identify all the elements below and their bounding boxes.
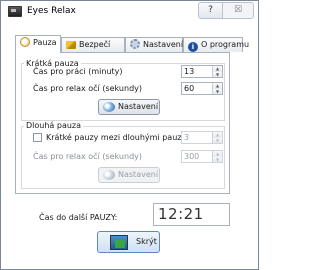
long-relax-stepper[interactable]: 300 ▲ ▼ (181, 150, 223, 163)
gear-icon (130, 39, 140, 49)
work-time-label: Čas pro práci (minuty) (33, 67, 123, 76)
countdown-display: 12:21 (153, 203, 230, 226)
between-pauses-arrows[interactable]: ▲ ▼ (212, 132, 222, 143)
short-relax-stepper[interactable]: 60 ▲ ▼ (181, 82, 223, 95)
window-title: Eyes Relax (27, 6, 76, 16)
short-relax-arrows[interactable]: ▲ ▼ (212, 83, 222, 94)
short-relax-value: 60 (184, 84, 195, 93)
arrow-down-icon[interactable]: ▼ (213, 137, 222, 143)
work-time-value: 13 (184, 67, 195, 76)
arrow-down-icon[interactable]: ▼ (213, 88, 222, 94)
arrow-down-icon[interactable]: ▼ (213, 156, 222, 162)
work-time-stepper[interactable]: 13 ▲ ▼ (181, 65, 223, 78)
short-pause-settings-button[interactable]: Nastavení (98, 99, 160, 115)
between-pauses-value: 3 (184, 133, 190, 142)
work-time-arrows[interactable]: ▲ ▼ (212, 66, 222, 77)
arrow-down-icon[interactable]: ▼ (213, 71, 222, 77)
hide-button-label: Skrýt (136, 237, 157, 246)
short-pauses-checkbox-label: Krátké pauzy mezi dlouhými pauzami (46, 133, 197, 142)
tab-o-programu-label: O programu (201, 40, 250, 49)
tab-o-programu[interactable]: iO programu (183, 37, 249, 52)
tab-bezpeci-label: Bezpečí (79, 40, 111, 49)
title-bar[interactable]: Eyes Relax ? ☒ (1, 1, 258, 23)
clock-icon (20, 37, 30, 47)
long-pause-settings-button[interactable]: Nastavení (98, 167, 160, 183)
tab-nastaveni[interactable]: Nastavení (125, 37, 183, 52)
long-relax-arrows[interactable]: ▲ ▼ (212, 151, 222, 162)
info-icon: i (188, 42, 198, 52)
long-pause-settings-label: Nastavení (118, 170, 159, 179)
help-button[interactable]: ? (198, 2, 223, 19)
hide-button[interactable]: Skrýt (97, 231, 160, 253)
between-pauses-stepper[interactable]: 3 ▲ ▼ (181, 131, 223, 144)
eyes-relax-window: Eyes Relax ? ☒ Pauza Bezpečí Nastavení i… (0, 0, 259, 270)
short-relax-label: Čas pro relax očí (sekundy) (33, 84, 142, 93)
long-relax-label: Čas pro relax očí (sekundy) (33, 152, 142, 161)
long-pause-legend: Dlouhá pauza (24, 121, 84, 130)
tab-nastaveni-label: Nastavení (143, 40, 184, 49)
close-button[interactable]: ☒ (222, 2, 254, 19)
settings-icon (103, 170, 115, 180)
monitor-icon (110, 235, 128, 250)
long-relax-value: 300 (184, 152, 200, 161)
tab-pauza-label: Pauza (33, 38, 57, 47)
app-monitor-icon (8, 6, 22, 17)
key-icon (66, 41, 76, 49)
tab-pauza[interactable]: Pauza (15, 35, 61, 53)
short-pause-settings-label: Nastavení (118, 102, 159, 111)
settings-icon (103, 102, 115, 112)
short-pauses-checkbox[interactable] (33, 133, 42, 142)
tab-bezpeci[interactable]: Bezpečí (61, 37, 125, 52)
countdown-label: Čas do další PAUZY: (39, 213, 118, 222)
